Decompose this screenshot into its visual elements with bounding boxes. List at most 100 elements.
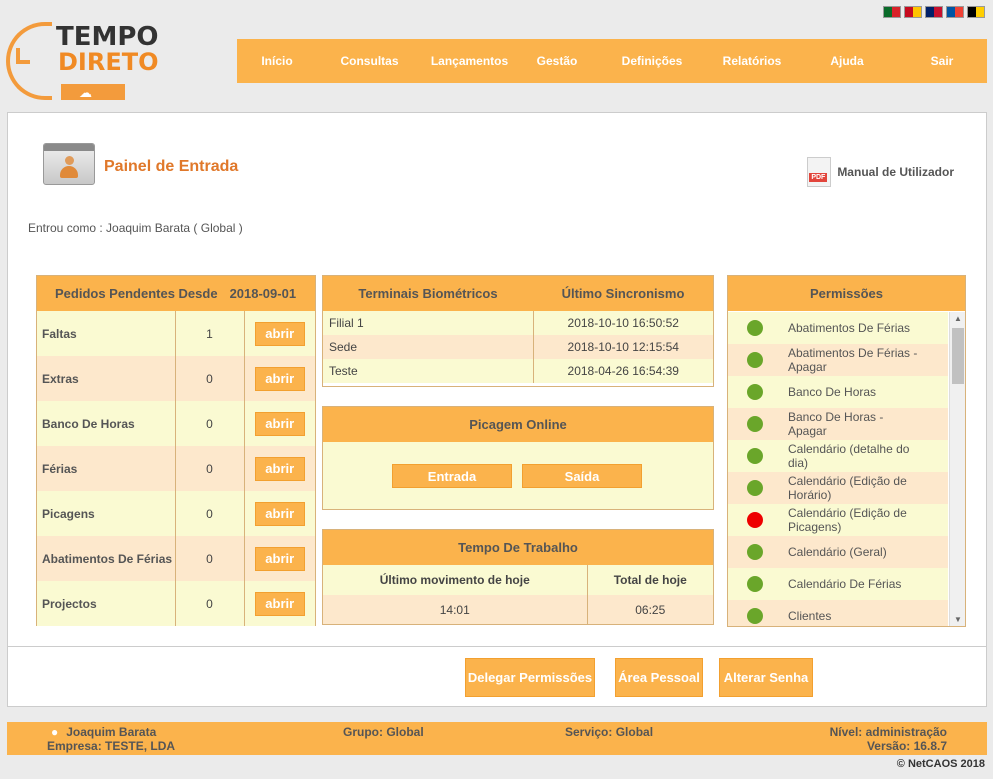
list-item: Calendário (Edição de Picagens) bbox=[728, 504, 948, 536]
permission-label: Banco De Horas bbox=[788, 385, 877, 399]
terminals-table: Filial 1 2018-10-10 16:50:52 Sede 2018-10-1… bbox=[323, 311, 713, 383]
terminal-sync: 2018-04-26 16:54:39 bbox=[533, 359, 713, 383]
nav-item-5[interactable]: Relatórios bbox=[707, 54, 797, 68]
status-dot-icon bbox=[747, 352, 763, 368]
footer-service: Serviço: Global bbox=[565, 725, 654, 739]
actions-bar: Delegar Permissões Área Pessoal Alterar … bbox=[7, 646, 987, 707]
pending-title: Pedidos Pendentes Desde bbox=[55, 286, 218, 301]
table-row: Teste 2018-04-26 16:54:39 bbox=[323, 359, 713, 383]
terminal-sync: 2018-10-10 12:15:54 bbox=[533, 335, 713, 359]
footer-user: Joaquim Barata bbox=[66, 725, 157, 739]
terminal-sync: 2018-10-10 16:50:52 bbox=[533, 311, 713, 335]
language-flags bbox=[883, 6, 985, 18]
pending-label: Faltas bbox=[37, 311, 176, 356]
nav-item-1[interactable]: Consultas bbox=[317, 54, 422, 68]
pending-count: 1 bbox=[175, 311, 245, 356]
footer-level: Nível: administração bbox=[829, 725, 947, 739]
punch-online-box: Picagem Online Entrada Saída bbox=[322, 406, 714, 510]
permission-label: Abatimentos De Férias bbox=[788, 321, 911, 335]
open-button[interactable]: abrir bbox=[254, 501, 305, 526]
scroll-down-icon[interactable]: ▼ bbox=[954, 615, 962, 624]
manual-link[interactable]: PDF Manual de Utilizador bbox=[807, 157, 954, 187]
table-row: Faltas 1 abrir bbox=[37, 311, 315, 356]
nav-item-7[interactable]: Sair bbox=[897, 54, 987, 68]
status-dot-icon bbox=[747, 448, 763, 464]
pending-label: Extras bbox=[37, 356, 176, 401]
pdf-icon: PDF bbox=[807, 157, 832, 187]
permission-label: Calendário (detalhe do dia) bbox=[788, 442, 910, 470]
logged-in-text: Entrou como : Joaquim Barata ( Global ) bbox=[28, 221, 243, 235]
flag-germany-icon[interactable] bbox=[967, 6, 985, 18]
status-dot-icon bbox=[747, 544, 763, 560]
permission-label: Calendário (Geral) bbox=[788, 545, 887, 559]
manual-label: Manual de Utilizador bbox=[837, 165, 954, 179]
pending-label: Férias bbox=[37, 446, 176, 491]
open-button[interactable]: abrir bbox=[254, 456, 305, 481]
punch-in-button[interactable]: Entrada bbox=[392, 464, 512, 488]
table-row: Abatimentos De Férias 0 abrir bbox=[37, 536, 315, 581]
nav-item-3[interactable]: Gestão bbox=[517, 54, 597, 68]
list-item: Calendário De Férias bbox=[728, 568, 948, 600]
main-nav: Início Consultas Lançamentos Gestão Definiçõ… bbox=[237, 39, 987, 83]
status-dot-icon bbox=[747, 320, 763, 336]
nav-item-6[interactable]: Ajuda bbox=[797, 54, 897, 68]
pending-label: Abatimentos De Férias bbox=[37, 536, 176, 581]
nav-item-0[interactable]: Início bbox=[237, 54, 317, 68]
status-dot-icon bbox=[747, 512, 763, 528]
nav-item-4[interactable]: Definições bbox=[597, 54, 707, 68]
worktime-col-total: Total de hoje bbox=[587, 565, 713, 595]
open-button[interactable]: abrir bbox=[254, 546, 305, 571]
pending-requests-box: Pedidos Pendentes Desde 2018-09-01 Falta… bbox=[36, 275, 316, 626]
flag-spain-icon[interactable] bbox=[904, 6, 922, 18]
list-item: Calendário (detalhe do dia) bbox=[728, 440, 948, 472]
change-password-button[interactable]: Alterar Senha bbox=[719, 658, 813, 697]
permission-label: Abatimentos De Férias - Apagar bbox=[788, 346, 918, 374]
table-row: Sede 2018-10-10 12:15:54 bbox=[323, 335, 713, 359]
scroll-up-icon[interactable]: ▲ bbox=[954, 314, 962, 323]
main-panel: Painel de Entrada PDF Manual de Utilizad… bbox=[7, 112, 987, 647]
delegate-permissions-button[interactable]: Delegar Permissões bbox=[465, 658, 595, 697]
pending-table: Faltas 1 abrir Extras 0 abrir Banco De Horas 0 a… bbox=[37, 311, 315, 626]
footer-version: Versão: 16.8.7 bbox=[866, 739, 947, 753]
pending-count: 0 bbox=[175, 446, 245, 491]
list-item: Abatimentos De Férias bbox=[728, 312, 948, 344]
table-row: Extras 0 abrir bbox=[37, 356, 315, 401]
open-button[interactable]: abrir bbox=[254, 366, 305, 391]
flag-portugal-icon[interactable] bbox=[883, 6, 901, 18]
work-time-box: Tempo De Trabalho Último movimento de ho… bbox=[322, 529, 714, 625]
nav-item-2[interactable]: Lançamentos bbox=[422, 54, 517, 68]
terminals-box: Terminais Biométricos Último Sincronismo… bbox=[322, 275, 714, 387]
list-item: Banco De Horas bbox=[728, 376, 948, 408]
pending-count: 0 bbox=[175, 581, 245, 626]
permissions-box: Permissões Abatimentos De Férias Abatimen… bbox=[727, 275, 966, 627]
page-title: Painel de Entrada bbox=[104, 158, 239, 175]
flag-uk-icon[interactable] bbox=[925, 6, 943, 18]
pending-header: Pedidos Pendentes Desde 2018-09-01 bbox=[37, 276, 315, 311]
table-row: Banco De Horas 0 abrir bbox=[37, 401, 315, 446]
open-button[interactable]: abrir bbox=[254, 591, 305, 616]
pending-since: 2018-09-01 bbox=[229, 286, 297, 301]
table-row: Projectos 0 abrir bbox=[37, 581, 315, 626]
permissions-scrollbar[interactable]: ▲ ▼ bbox=[949, 312, 965, 626]
terminals-col-sync: Último Sincronismo bbox=[561, 286, 685, 301]
worktime-table: Último movimento de hoje Total de hoje 1… bbox=[323, 565, 713, 624]
personal-area-button[interactable]: Área Pessoal bbox=[615, 658, 703, 697]
cloud-bar: ☁ bbox=[61, 84, 125, 100]
terminal-name: Filial 1 bbox=[323, 311, 534, 335]
scroll-thumb[interactable] bbox=[952, 328, 964, 384]
terminal-name: Sede bbox=[323, 335, 534, 359]
copyright: © NetCAOS 2018 bbox=[896, 758, 985, 770]
footer-group: Grupo: Global bbox=[343, 725, 424, 739]
status-dot-icon bbox=[747, 608, 763, 624]
terminals-header: Terminais Biométricos Último Sincronismo bbox=[323, 276, 713, 311]
flag-france-icon[interactable] bbox=[946, 6, 964, 18]
table-row: Picagens 0 abrir bbox=[37, 491, 315, 536]
pending-count: 0 bbox=[175, 491, 245, 536]
pending-count: 0 bbox=[175, 356, 245, 401]
pending-label: Picagens bbox=[37, 491, 176, 536]
worktime-last-value: 14:01 bbox=[323, 595, 588, 624]
open-button[interactable]: abrir bbox=[254, 321, 305, 346]
permission-label: Calendário (Edição de Horário) bbox=[788, 474, 907, 502]
punch-out-button[interactable]: Saída bbox=[522, 464, 642, 488]
open-button[interactable]: abrir bbox=[254, 411, 305, 436]
